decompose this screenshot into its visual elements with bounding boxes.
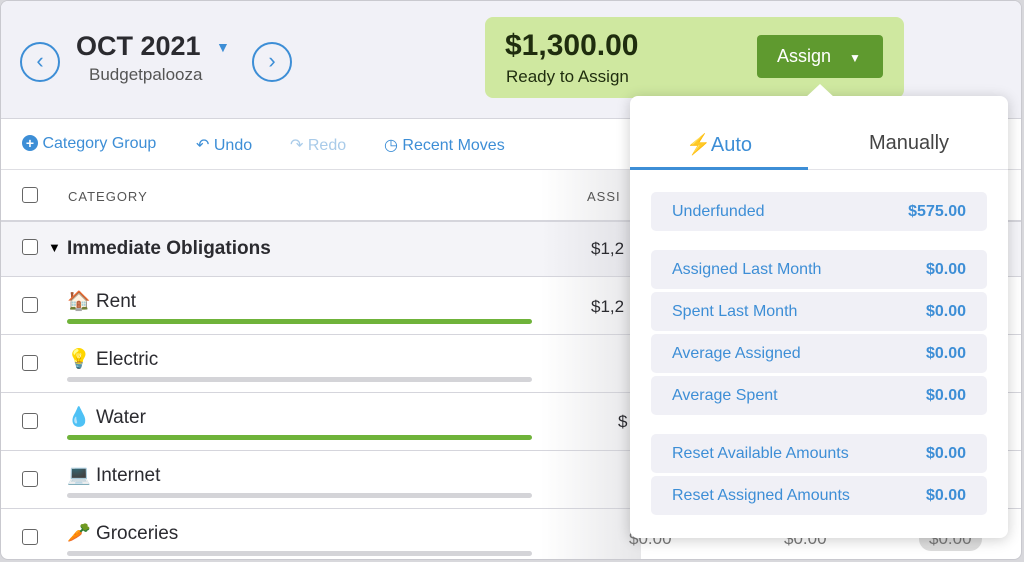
progress-bar [67, 435, 532, 440]
group-assigned: $1,2 [591, 239, 625, 258]
label: Redo [307, 137, 347, 154]
label: Assigned Last Month [672, 261, 822, 278]
popover-shadow [541, 170, 641, 559]
label: Reset Available Amounts [672, 445, 849, 462]
row-checkbox[interactable] [22, 413, 38, 429]
next-month-button[interactable]: › [252, 42, 292, 82]
value: $0.00 [925, 387, 966, 404]
assigned-amount: $1,2 [591, 297, 625, 316]
month-dropdown-icon[interactable]: ▼ [216, 39, 230, 55]
value: $0.00 [925, 261, 966, 278]
label: Average Spent [672, 387, 778, 404]
reset-assigned-option[interactable]: Reset Assigned Amounts $0.00 [651, 476, 987, 515]
add-category-group-button[interactable]: + Category Group [22, 135, 156, 153]
group-name: Immediate Obligations [67, 238, 271, 259]
reset-available-option[interactable]: Reset Available Amounts $0.00 [651, 434, 987, 473]
lightbulb-icon: 💡 [67, 349, 91, 370]
redo-icon: ↷ [290, 137, 304, 154]
average-spent-option[interactable]: Average Spent $0.00 [651, 376, 987, 415]
value: $0.00 [925, 303, 966, 320]
value: $0.00 [925, 445, 966, 462]
category-column-header: CATEGORY [68, 189, 148, 204]
chevron-left-icon: ‹ [36, 48, 44, 73]
category-name: Internet [95, 465, 161, 486]
label: Recent Moves [402, 137, 505, 154]
lightning-icon: ⚡ [685, 134, 711, 156]
category-name: Groceries [95, 523, 179, 544]
assigned-column-header: ASSI [587, 189, 621, 204]
ready-to-assign-amount: $1,300.00 [505, 29, 639, 62]
plus-circle-icon: + [22, 135, 38, 151]
undo-icon: ↶ [196, 137, 210, 154]
month-title[interactable]: OCT 2021 [76, 31, 201, 62]
chevron-right-icon: › [268, 48, 276, 73]
undo-button[interactable]: ↶ Undo [196, 135, 252, 155]
progress-bar [67, 493, 532, 498]
label: Undo [213, 137, 253, 154]
row-checkbox[interactable] [22, 239, 38, 255]
assign-button[interactable]: Assign ▼ [757, 35, 883, 78]
row-checkbox[interactable] [22, 355, 38, 371]
spent-last-month-option[interactable]: Spent Last Month $0.00 [651, 292, 987, 331]
label: Category Group [42, 135, 157, 152]
assign-popover: ⚡Auto Manually Underfunded $575.00 Assign… [630, 96, 1008, 538]
select-all-checkbox[interactable] [22, 187, 38, 203]
tab-manually[interactable]: Manually [820, 132, 998, 155]
row-checkbox[interactable] [22, 297, 38, 313]
ready-to-assign-label: Ready to Assign [506, 67, 629, 86]
row-checkbox[interactable] [22, 529, 38, 545]
carrot-icon: 🥕 [67, 523, 91, 544]
value: $0.00 [925, 487, 966, 504]
ready-to-assign-panel: $1,300.00 Ready to Assign Assign ▼ [485, 17, 904, 98]
row-checkbox[interactable] [22, 471, 38, 487]
prev-month-button[interactable]: ‹ [20, 42, 60, 82]
progress-bar [67, 551, 532, 556]
progress-bar [67, 377, 532, 382]
label: Average Assigned [672, 345, 801, 362]
assigned-amount: $ [618, 412, 628, 431]
caret-down-icon: ▼ [849, 51, 861, 65]
budget-name: Budgetpalooza [89, 65, 203, 84]
droplet-icon: 💧 [67, 407, 91, 428]
category-name: Water [95, 407, 146, 428]
tab-auto[interactable]: ⚡Auto [630, 132, 808, 157]
label: Spent Last Month [672, 303, 798, 320]
collapse-caret-icon[interactable]: ▼ [48, 240, 61, 255]
active-tab-indicator [630, 167, 808, 170]
average-assigned-option[interactable]: Average Assigned $0.00 [651, 334, 987, 373]
house-icon: 🏠 [67, 291, 91, 312]
laptop-icon: 💻 [67, 465, 91, 486]
tab-label: Auto [710, 134, 753, 156]
label: Reset Assigned Amounts [672, 487, 850, 504]
popover-arrow [805, 84, 835, 98]
value: $575.00 [908, 203, 966, 220]
history-icon: ◷ [384, 137, 398, 154]
underfunded-option[interactable]: Underfunded $575.00 [651, 192, 987, 231]
value: $0.00 [925, 345, 966, 362]
label: Underfunded [672, 203, 765, 220]
category-name: Rent [95, 291, 137, 312]
assign-label: Assign [777, 46, 832, 66]
redo-button[interactable]: ↷ Redo [290, 135, 346, 155]
category-name: Electric [95, 349, 159, 370]
progress-bar [67, 319, 532, 324]
assigned-last-month-option[interactable]: Assigned Last Month $0.00 [651, 250, 987, 289]
recent-moves-button[interactable]: ◷ Recent Moves [384, 135, 505, 155]
